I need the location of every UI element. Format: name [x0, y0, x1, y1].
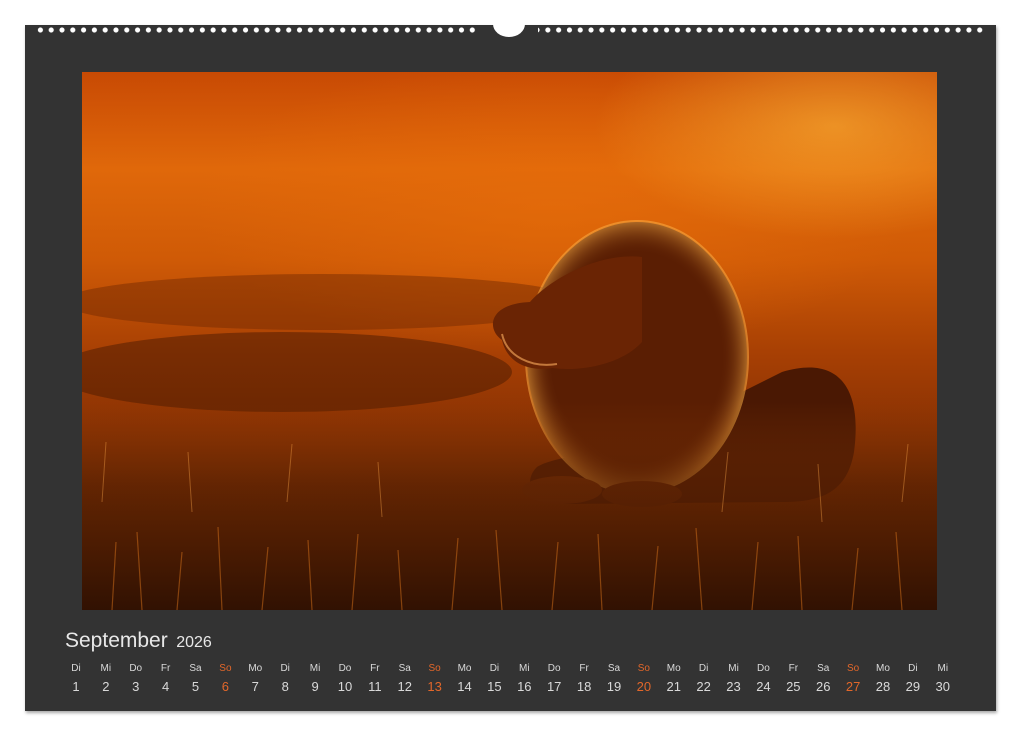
weekday-label: Di: [489, 663, 500, 674]
day-cell: Fr 18: [569, 662, 599, 702]
weekday-label: Fr: [788, 663, 799, 674]
day-number: 11: [368, 679, 382, 694]
day-strip: Di 1 Mi 2 Do 3 Fr 4 Sa 5 So 6 Mo 7 Di 8 Mi 9 Do 10 Fr 11 Sa 12 S…: [61, 662, 981, 702]
weekday-label: Di: [908, 663, 918, 674]
weekday-label: Sa: [817, 663, 830, 674]
day-number: 4: [162, 679, 170, 694]
day-cell: So 20: [629, 662, 659, 702]
day-cell: Mo 21: [659, 662, 689, 702]
weekday-label: So: [219, 663, 232, 674]
day-number: 16: [517, 679, 532, 694]
day-number: 7: [251, 679, 259, 694]
day-number: 3: [132, 679, 140, 694]
weekday-label: Sa: [607, 663, 621, 674]
year-label: 2026: [176, 634, 212, 651]
day-cell: Mo 7: [240, 662, 270, 702]
weekday-label: Sa: [398, 663, 411, 674]
day-number: 13: [427, 679, 442, 694]
day-number: 1: [72, 679, 80, 694]
day-cell: Di 8: [270, 662, 300, 702]
day-cell: Do 24: [748, 662, 778, 702]
day-cell: Mi 30: [928, 662, 958, 702]
day-cell: Mi 16: [509, 662, 539, 702]
weekday-label: Sa: [189, 663, 202, 674]
weekday-label: Fr: [160, 663, 171, 674]
day-number: 14: [457, 679, 472, 694]
day-number: 19: [606, 679, 622, 694]
day-number: 10: [337, 679, 353, 694]
day-cell: Sa 12: [390, 662, 420, 702]
day-number: 22: [696, 679, 711, 694]
day-number: 5: [191, 679, 200, 694]
weekday-label: Mi: [519, 663, 530, 674]
day-cell: Mi 23: [719, 662, 749, 702]
day-cell: Sa 19: [599, 662, 629, 702]
day-number: 9: [311, 679, 319, 694]
weekday-label: Mi: [100, 663, 112, 674]
day-cell: Mi 2: [91, 662, 121, 702]
weekday-label: Do: [129, 663, 143, 674]
day-number: 28: [875, 679, 891, 694]
day-cell: So 27: [838, 662, 868, 702]
weekday-label: Mo: [876, 663, 890, 674]
day-cell: Fr 11: [360, 662, 390, 702]
day-number: 20: [636, 679, 652, 694]
day-cell: Do 3: [121, 662, 151, 702]
day-cell: Di 1: [61, 662, 91, 702]
weekday-label: Mi: [728, 663, 739, 674]
weekday-label: Fr: [370, 663, 380, 674]
day-number: 27: [845, 679, 861, 694]
weekday-label: Mo: [666, 663, 681, 674]
weekday-label: Di: [71, 663, 81, 674]
day-cell: Di 22: [689, 662, 719, 702]
day-number: 12: [397, 679, 412, 694]
month-name: September: [65, 629, 168, 652]
day-number: 15: [487, 679, 502, 694]
day-number: 30: [935, 679, 950, 694]
weekday-label: So: [637, 663, 650, 674]
day-cell: Do 10: [330, 662, 360, 702]
day-number: 17: [546, 679, 562, 694]
day-cell: Di 15: [479, 662, 509, 702]
day-cell: Sa 26: [808, 662, 838, 702]
weekday-label: Mi: [309, 663, 321, 674]
day-number: 29: [905, 679, 921, 694]
hanger-hole: [493, 11, 525, 37]
day-number: 8: [281, 679, 289, 694]
calendar-page: September 2026 Di 1 Mi 2 Do 3 Fr 4 Sa 5 So 6 Mo 7 Di 8 M…: [25, 11, 996, 711]
weekday-label: Do: [338, 663, 352, 674]
day-cell: Mo 14: [450, 662, 480, 702]
lion-icon: [82, 220, 937, 610]
spiral-binding: [25, 11, 996, 37]
weekday-label: So: [846, 663, 860, 674]
day-number: 23: [726, 679, 741, 694]
weekday-label: Di: [280, 663, 290, 674]
day-number: 6: [221, 679, 230, 694]
weekday-label: Mo: [248, 663, 263, 674]
weekday-label: Fr: [579, 663, 589, 674]
weekday-label: So: [428, 663, 441, 674]
day-number: 21: [666, 679, 681, 694]
weekday-label: Do: [757, 663, 770, 674]
day-cell: Fr 25: [778, 662, 808, 702]
day-cell: Mi 9: [300, 662, 330, 702]
day-cell: Sa 5: [181, 662, 211, 702]
lion-photo: [82, 72, 937, 610]
day-number: 18: [576, 679, 592, 694]
day-number: 26: [815, 679, 831, 694]
weekday-label: Di: [698, 663, 709, 674]
weekday-label: Mo: [457, 663, 472, 674]
day-number: 24: [756, 679, 771, 694]
day-cell: Di 29: [898, 662, 928, 702]
day-cell: Do 17: [539, 662, 569, 702]
day-cell: Fr 4: [151, 662, 181, 702]
weekday-label: Mi: [937, 663, 949, 674]
weekday-label: Do: [547, 663, 561, 674]
day-cell: So 13: [420, 662, 450, 702]
day-number: 25: [786, 679, 801, 694]
day-cell: So 6: [210, 662, 240, 702]
month-header: September 2026: [65, 629, 212, 655]
day-cell: Mo 28: [868, 662, 898, 702]
day-number: 2: [102, 679, 110, 694]
